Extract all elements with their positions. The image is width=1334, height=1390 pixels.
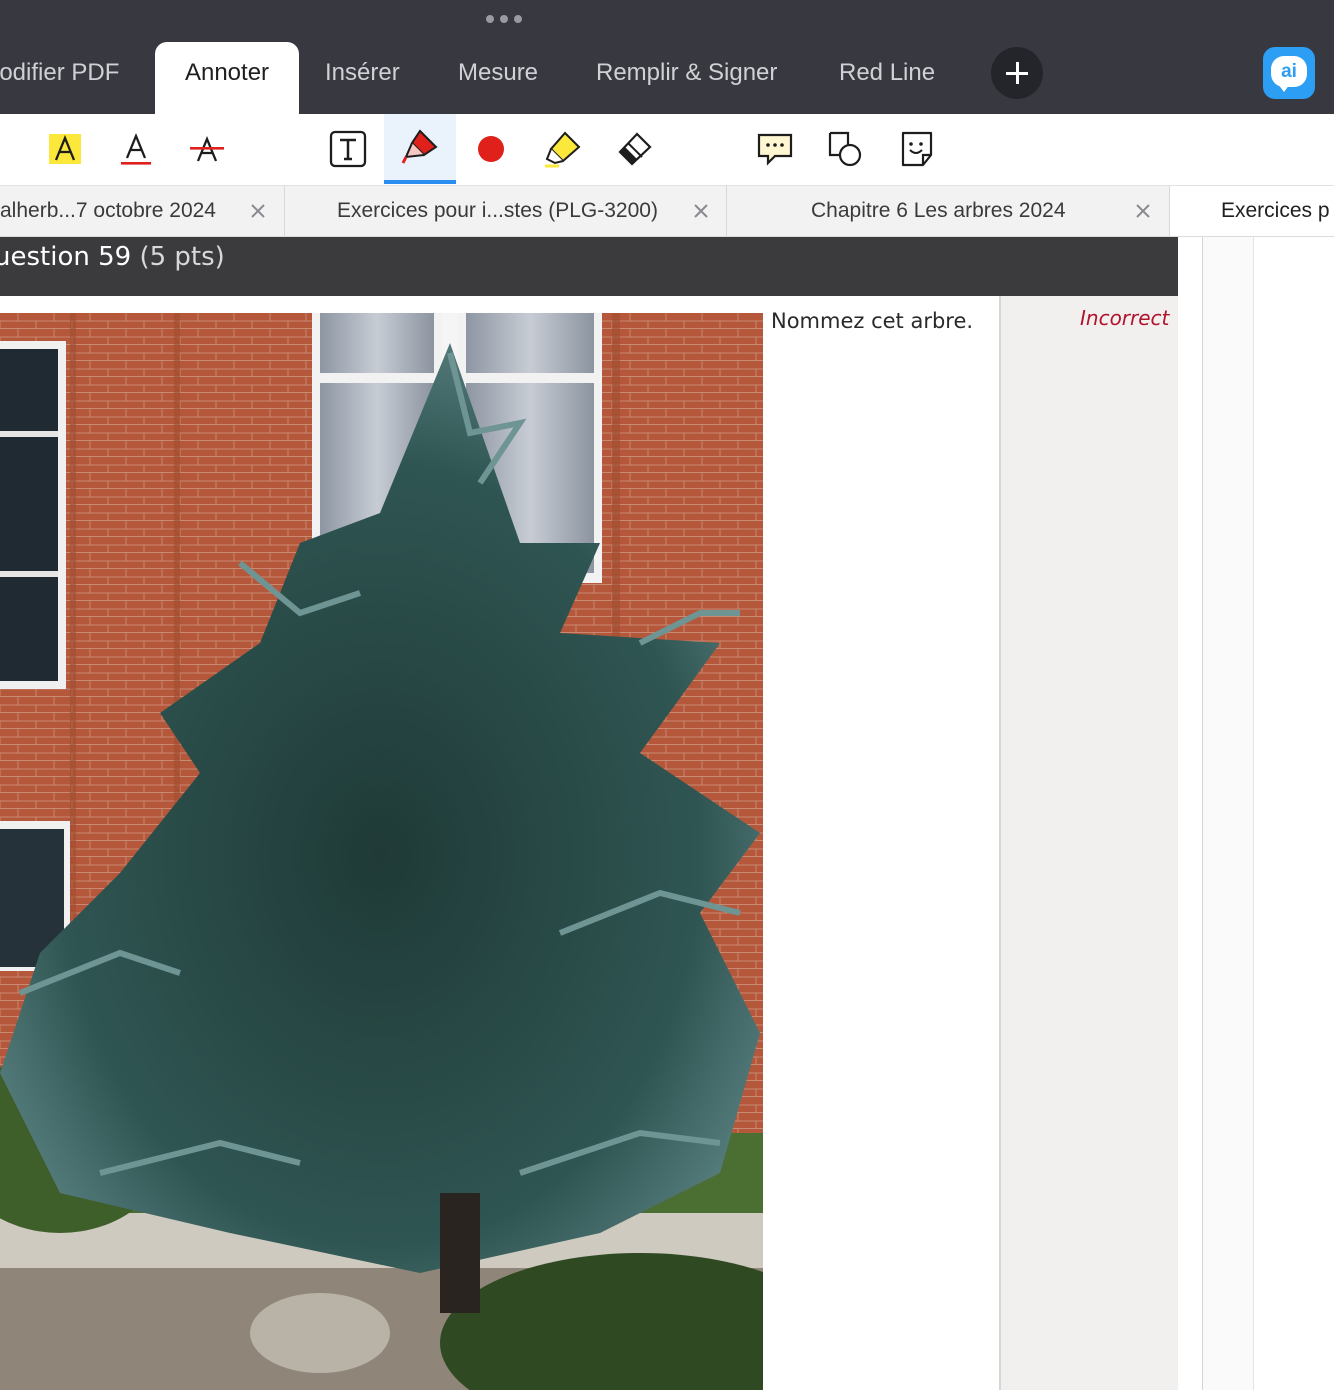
question-prompt: Nommez cet arbre. <box>771 309 974 333</box>
question-title: uestion 59 (5 pts) <box>0 237 225 277</box>
ai-icon: ai <box>1271 56 1307 92</box>
comment-icon <box>757 133 793 166</box>
top-menu-bar: lodifier PDF Annoter Insérer Mesure Remp… <box>0 0 1334 114</box>
document-tab-title: Chapitre 6 Les arbres 2024 <box>811 199 1066 222</box>
close-icon[interactable] <box>1133 201 1153 221</box>
gutter-divider <box>1253 237 1254 1390</box>
shapes-tool[interactable] <box>810 114 882 184</box>
highlighter-icon <box>545 131 581 168</box>
document-tab-title: Exercices p <box>1221 199 1330 222</box>
pen-icon <box>401 129 438 164</box>
menu-tab-inserer[interactable]: Insérer <box>325 42 400 114</box>
eraser-tool[interactable] <box>598 114 670 184</box>
menu-tab-annoter[interactable]: Annoter <box>155 42 299 114</box>
question-header: uestion 59 (5 pts) <box>0 237 1178 296</box>
menu-tab-red-line[interactable]: Red Line <box>839 42 935 114</box>
gutter-divider <box>1202 237 1203 1390</box>
highlighter-tool[interactable] <box>527 114 599 184</box>
window-grabber[interactable] <box>486 15 522 23</box>
annotation-toolbar <box>0 114 1334 186</box>
text-strikethrough-tool[interactable] <box>171 114 243 184</box>
pen-tool[interactable] <box>384 114 456 184</box>
sticker-tool[interactable] <box>881 114 953 184</box>
eraser-icon <box>618 132 652 166</box>
ai-assistant-button[interactable]: ai <box>1263 47 1315 99</box>
close-icon[interactable] <box>248 201 268 221</box>
document-tab-current[interactable]: Exercices p <box>1170 186 1334 236</box>
close-icon[interactable] <box>691 201 711 221</box>
text-highlight-tool[interactable] <box>29 114 101 184</box>
document-tabs: alherb...7 octobre 2024 Exercices pour i… <box>0 186 1334 237</box>
text-strikethrough-icon <box>190 135 224 162</box>
menu-tab-modifier-pdf[interactable]: lodifier PDF <box>0 42 119 114</box>
document-tab[interactable]: Chapitre 6 Les arbres 2024 <box>727 186 1170 236</box>
shapes-icon <box>828 131 862 167</box>
document-tab-title: alherb...7 octobre 2024 <box>0 199 216 222</box>
tree-photo <box>0 313 763 1390</box>
document-tab-title: Exercices pour i...stes (PLG-3200) <box>337 199 658 222</box>
comment-tool[interactable] <box>739 114 811 184</box>
feedback-column <box>999 296 1178 1390</box>
document-tab[interactable]: alherb...7 octobre 2024 <box>0 186 285 236</box>
document-tab[interactable]: Exercices pour i...stes (PLG-3200) <box>285 186 727 236</box>
text-underline-icon <box>121 132 151 165</box>
scroll-gutter[interactable] <box>1203 237 1253 1390</box>
add-tool-button[interactable] <box>991 47 1043 99</box>
text-box-tool[interactable] <box>312 114 384 184</box>
question-number: uestion 59 <box>0 242 132 272</box>
color-swatch-tool[interactable] <box>455 114 527 184</box>
text-underline-tool[interactable] <box>100 114 172 184</box>
color-swatch-icon <box>478 136 504 162</box>
answer-verdict: Incorrect <box>1080 306 1170 330</box>
question-points: (5 pts) <box>139 242 225 272</box>
text-box-icon <box>329 130 367 168</box>
tree-photo-illustration <box>0 313 763 1390</box>
menu-tab-mesure[interactable]: Mesure <box>458 42 538 114</box>
sticker-icon <box>901 131 933 167</box>
text-highlight-icon <box>49 134 81 164</box>
menu-tab-remplir-signer[interactable]: Remplir & Signer <box>596 42 777 114</box>
